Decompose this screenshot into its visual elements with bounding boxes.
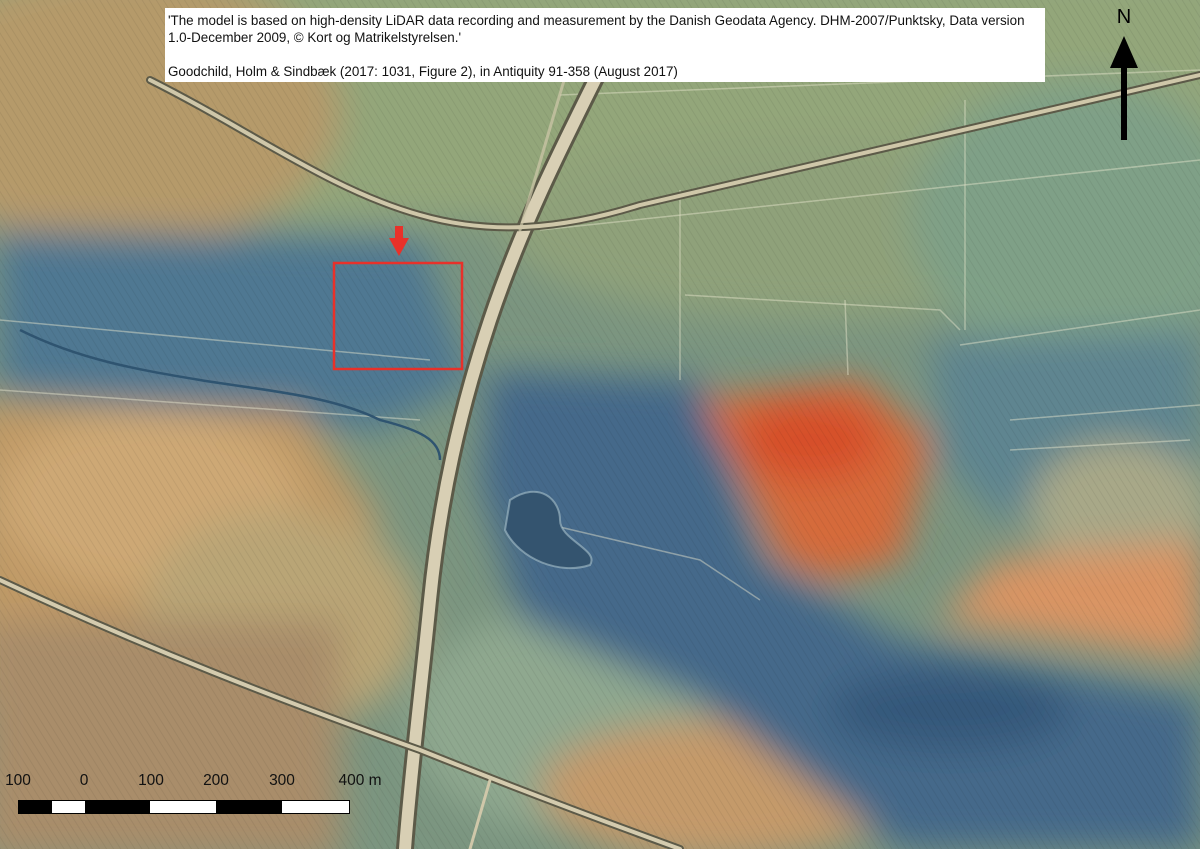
scale-labels: 100 0 100 200 300 400 m: [0, 772, 420, 794]
scale-bar: [18, 800, 350, 814]
scale-label-100: 100: [138, 772, 164, 789]
credit-line-1: 'The model is based on high-density LiDA…: [168, 13, 1025, 45]
scale-label-200: 200: [203, 772, 229, 789]
north-arrow: N: [1102, 6, 1146, 142]
scale-label-minus-100: 100: [5, 772, 31, 789]
north-arrow-icon: [1110, 36, 1138, 140]
lidar-elevation-map: [0, 0, 1200, 849]
credit-line-2: Goodchild, Holm & Sindbæk (2017: 1031, F…: [168, 64, 678, 79]
credit-box: 'The model is based on high-density LiDA…: [165, 8, 1045, 82]
scale-label-0: 0: [79, 772, 89, 789]
scale-label-400: 400 m: [338, 772, 382, 789]
scale-label-300: 300: [269, 772, 295, 789]
